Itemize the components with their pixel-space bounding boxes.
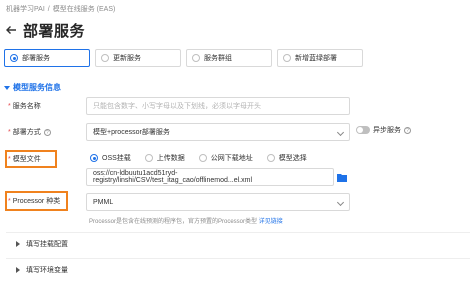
page-title: 部署服务 bbox=[23, 22, 86, 40]
chevron-down-icon bbox=[336, 198, 345, 207]
required-mark: * bbox=[8, 102, 11, 110]
radio-icon bbox=[283, 54, 291, 62]
processor-hint: Processor是包含在线预测的程序包，官方预置的Processor类型 详见… bbox=[89, 216, 283, 225]
collapsible-label: 填写挂载配置 bbox=[26, 241, 68, 248]
collapsible-env-vars[interactable]: 填写环境变量 bbox=[6, 258, 470, 281]
deploy-mode-selector: 部署服务 更新服务 服务群组 新增蓝绿部署 bbox=[4, 49, 368, 67]
processor-type-select[interactable]: PMML bbox=[86, 193, 350, 211]
label-text: 部署方式 bbox=[12, 129, 41, 136]
breadcrumb-separator: / bbox=[47, 6, 50, 13]
oss-path-input[interactable]: oss://cn-ldbuutu1acd51ryd-registry/linsh… bbox=[86, 168, 334, 186]
hint-text: Processor是包含在线预测的程序包，官方预置的Processor类型 bbox=[89, 219, 258, 225]
required-mark: * bbox=[8, 197, 11, 205]
option-label: 模型选择 bbox=[278, 155, 307, 162]
option-label: OSS挂载 bbox=[102, 155, 131, 162]
label-text: 异步服务 bbox=[373, 127, 401, 134]
model-file-source-options: OSS挂载 上传数据 公网下载地址 模型选择 bbox=[90, 153, 321, 163]
section-title: 模型服务信息 bbox=[13, 83, 61, 92]
processor-type-label: * Processor 种类 bbox=[8, 195, 60, 207]
radio-icon bbox=[101, 54, 109, 62]
model-file-label: * 模型文件 bbox=[8, 153, 41, 165]
breadcrumb: 机器学习PAI / 模型在线服务 (EAS) bbox=[6, 4, 115, 14]
option-label: 上传数据 bbox=[156, 155, 185, 162]
option-upload-data[interactable]: 上传数据 bbox=[144, 153, 185, 163]
async-service-label: 异步服务 ? bbox=[373, 124, 411, 136]
label-text: Processor 种类 bbox=[12, 198, 61, 205]
page-header: 部署服务 bbox=[4, 17, 85, 43]
radio-icon bbox=[198, 154, 207, 162]
folder-icon[interactable] bbox=[336, 171, 348, 183]
radio-icon bbox=[192, 54, 200, 62]
mode-label: 服务群组 bbox=[204, 55, 232, 62]
collapsible-mount-config[interactable]: 填写挂载配置 bbox=[6, 232, 470, 255]
mode-deploy-service[interactable]: 部署服务 bbox=[4, 49, 90, 67]
caret-right-icon bbox=[16, 267, 20, 273]
label-text: 服务名称 bbox=[12, 103, 41, 110]
help-icon[interactable]: ? bbox=[43, 128, 51, 136]
radio-selected-icon bbox=[10, 54, 18, 62]
breadcrumb-current[interactable]: 模型在线服务 (EAS) bbox=[53, 6, 116, 13]
option-oss-mount[interactable]: OSS挂载 bbox=[90, 153, 131, 163]
mode-service-group[interactable]: 服务群组 bbox=[186, 49, 272, 67]
mode-blue-green[interactable]: 新增蓝绿部署 bbox=[277, 49, 363, 67]
processor-type-value: PMML bbox=[93, 198, 114, 206]
details-link[interactable]: 详见链接 bbox=[259, 219, 283, 225]
service-name-label: * 服务名称 bbox=[8, 100, 41, 112]
mode-label: 部署服务 bbox=[22, 55, 50, 62]
option-label: 公网下载地址 bbox=[210, 155, 253, 162]
option-public-url[interactable]: 公网下载地址 bbox=[198, 153, 253, 163]
radio-icon bbox=[144, 154, 153, 162]
chevron-down-icon bbox=[336, 128, 345, 137]
caret-right-icon bbox=[16, 241, 20, 247]
collapsible-label: 填写环境变量 bbox=[26, 267, 68, 274]
caret-down-icon bbox=[4, 85, 10, 90]
option-model-select[interactable]: 模型选择 bbox=[266, 153, 307, 163]
deploy-method-value: 模型+processor部署服务 bbox=[93, 129, 170, 136]
radio-selected-icon bbox=[90, 154, 98, 162]
mode-label: 新增蓝绿部署 bbox=[295, 55, 337, 62]
mode-label: 更新服务 bbox=[113, 55, 141, 62]
required-mark: * bbox=[8, 128, 11, 136]
required-mark: * bbox=[8, 155, 11, 163]
help-icon[interactable]: ? bbox=[404, 126, 411, 134]
section-model-service-info[interactable]: 模型服务信息 bbox=[4, 82, 61, 93]
radio-icon bbox=[266, 154, 275, 162]
deploy-method-label: * 部署方式 ? bbox=[8, 126, 51, 138]
label-text: 模型文件 bbox=[12, 156, 41, 163]
breadcrumb-root[interactable]: 机器学习PAI bbox=[6, 6, 45, 13]
mode-update-service[interactable]: 更新服务 bbox=[95, 49, 181, 67]
back-arrow-icon[interactable] bbox=[4, 23, 18, 37]
async-service-toggle[interactable] bbox=[356, 126, 370, 134]
deploy-method-select[interactable]: 模型+processor部署服务 bbox=[86, 123, 350, 141]
service-name-input[interactable]: 只能包含数字、小写字母以及下划线，必须以字母开头 bbox=[86, 97, 350, 115]
